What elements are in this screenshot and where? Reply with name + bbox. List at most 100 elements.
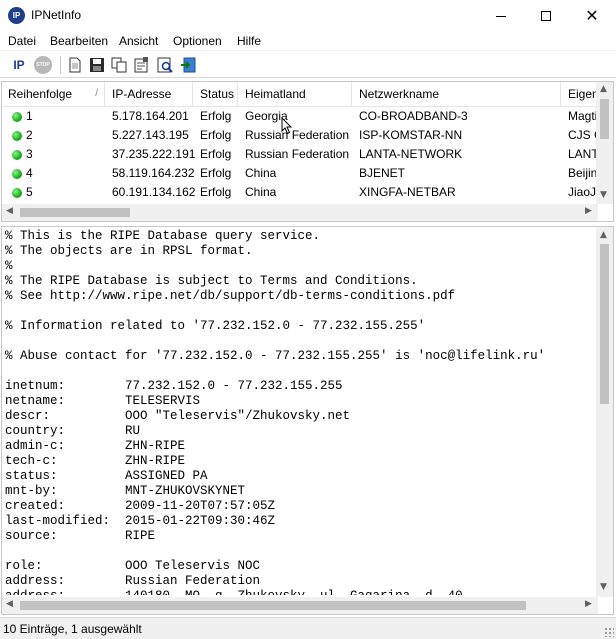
table-row[interactable]: 5 60.191.134.162 Erfolg China XINGFA-NET…: [2, 183, 598, 202]
scroll-up-icon[interactable]: ▲: [600, 84, 607, 94]
text-horizontal-scroll-thumb[interactable]: [20, 601, 526, 610]
properties-icon[interactable]: [132, 56, 150, 74]
row-ip: 60.191.134.162: [112, 185, 196, 199]
whois-line: status: ASSIGNED PA: [5, 469, 208, 483]
row-owner: JiaoJia: [568, 185, 598, 199]
row-order: 4: [26, 166, 33, 180]
column-header-netzwerkname[interactable]: Netzwerkname: [353, 82, 561, 106]
text-vertical-scrollbar[interactable]: ▲ ▼: [596, 227, 613, 597]
column-header-status[interactable]: Status: [194, 82, 238, 106]
whois-line: last-modified: 2015-01-22T09:30:46Z: [5, 514, 276, 528]
whois-line: source: RIPE: [5, 529, 156, 543]
toolbar: IP STOP: [0, 52, 616, 78]
resize-grip-icon[interactable]: [604, 627, 614, 637]
row-status: Erfolg: [200, 147, 232, 161]
menu-datei[interactable]: Datei: [8, 34, 36, 48]
row-country: Georgia: [245, 109, 288, 123]
column-header-heimatland[interactable]: Heimatland: [239, 82, 352, 106]
status-ok-icon: [12, 169, 22, 179]
text-horizontal-scrollbar[interactable]: ◀ ▶: [2, 597, 598, 614]
menu-ansicht[interactable]: Ansicht: [119, 34, 158, 48]
scroll-left-icon[interactable]: ◀: [6, 206, 13, 216]
scroll-up-icon[interactable]: ▲: [600, 230, 607, 240]
status-bar: 10 Einträge, 1 ausgewählt: [0, 617, 616, 639]
sort-indicator-icon: /: [95, 88, 98, 99]
scroll-down-icon[interactable]: ▼: [600, 582, 607, 592]
row-status: Erfolg: [200, 109, 232, 123]
whois-line: [5, 364, 595, 379]
copy-icon[interactable]: [110, 56, 128, 74]
column-header-reihenfolge[interactable]: Reihenfolge /: [2, 82, 105, 106]
list-vertical-scrollbar[interactable]: ▲ ▼: [596, 82, 613, 204]
menu-optionen[interactable]: Optionen: [173, 34, 222, 48]
whois-line: % The RIPE Database is subject to Terms …: [5, 274, 418, 288]
whois-text-view[interactable]: % This is the RIPE Database query servic…: [1, 226, 614, 615]
maximize-button[interactable]: [523, 0, 569, 31]
text-vertical-scroll-thumb[interactable]: [600, 244, 609, 404]
scroll-right-icon[interactable]: ▶: [585, 599, 592, 609]
status-text: 10 Einträge, 1 ausgewählt: [3, 622, 142, 636]
minimize-button[interactable]: [478, 0, 524, 31]
exit-icon[interactable]: [180, 56, 198, 74]
stop-icon[interactable]: STOP: [34, 56, 52, 74]
row-network: CO-BROADBAND-3: [359, 109, 468, 123]
row-order: 1: [26, 109, 33, 123]
row-owner: LANTA: [568, 147, 598, 161]
whois-line: tech-c: ZHN-RIPE: [5, 454, 186, 468]
whois-line: mnt-by: MNT-ZHUKOVSKYNET: [5, 484, 246, 498]
column-header-label: Reihenfolge: [8, 87, 73, 101]
whois-text: % This is the RIPE Database query servic…: [5, 229, 595, 595]
list-horizontal-scroll-thumb[interactable]: [20, 208, 130, 217]
row-ip: 58.119.164.232: [112, 166, 195, 180]
menu-hilfe[interactable]: Hilfe: [237, 34, 261, 48]
table-row[interactable]: 2 5.227.143.195 Erfolg Russian Federatio…: [2, 126, 598, 145]
column-header-eigentuemer[interactable]: Eigent: [562, 82, 598, 106]
row-country: China: [245, 185, 277, 199]
table-row[interactable]: 4 58.119.164.232 Erfolg China BJENET Bei…: [2, 164, 598, 183]
row-status: Erfolg: [200, 185, 232, 199]
table-row[interactable]: 1 5.178.164.201 Erfolg Georgia CO-BROADB…: [2, 107, 598, 126]
row-ip: 5.178.164.201: [112, 109, 189, 123]
column-header-ip-adresse[interactable]: IP-Adresse: [106, 82, 193, 106]
whois-line: % Abuse contact for '77.232.152.0 - 77.2…: [5, 349, 546, 363]
list-vertical-scroll-thumb[interactable]: [600, 99, 609, 139]
whois-line: inetnum: 77.232.152.0 - 77.232.155.255: [5, 379, 343, 393]
whois-line: created: 2009-11-20T07:57:05Z: [5, 499, 276, 513]
whois-line: [5, 334, 595, 349]
whois-line: descr: OOO "Teleservis"/Zhukovsky.net: [5, 409, 351, 423]
minimize-icon: [496, 15, 506, 17]
row-order: 5: [26, 185, 33, 199]
row-network: BJENET: [359, 166, 406, 180]
row-country: Russian Federation: [245, 147, 350, 161]
whois-line: country: RU: [5, 424, 141, 438]
row-network: XINGFA-NETBAR: [359, 185, 456, 199]
close-icon: ✕: [585, 6, 599, 25]
status-ok-icon: [12, 188, 22, 198]
scroll-down-icon[interactable]: ▼: [600, 190, 607, 200]
row-country: China: [245, 166, 277, 180]
scroll-left-icon[interactable]: ◀: [6, 599, 13, 609]
save-icon[interactable]: [88, 56, 106, 74]
scroll-right-icon[interactable]: ▶: [585, 206, 592, 216]
whois-line: address: 140180, MO, g. Zhukovsky, ul. G…: [5, 589, 595, 595]
toolbar-separator: [60, 56, 61, 74]
menu-bar: Datei Bearbeiten Ansicht Optionen Hilfe: [0, 31, 616, 51]
document-icon[interactable]: [66, 56, 84, 74]
row-ip: 5.227.143.195: [112, 128, 189, 142]
whois-line: % This is the RIPE Database query servic…: [5, 229, 321, 243]
table-row[interactable]: 3 37.235.222.191 Erfolg Russian Federati…: [2, 145, 598, 164]
whois-line: %: [5, 259, 13, 273]
row-order: 3: [26, 147, 33, 161]
list-horizontal-scrollbar[interactable]: ◀ ▶: [2, 204, 598, 221]
close-button[interactable]: ✕: [569, 0, 615, 31]
row-owner: Beijing: [568, 166, 598, 180]
status-ok-icon: [12, 150, 22, 160]
find-icon[interactable]: [156, 56, 174, 74]
whois-line: % See http://www.ripe.net/db/support/db-…: [5, 289, 456, 303]
ip-results-list[interactable]: Reihenfolge / IP-Adresse Status Heimatla…: [1, 81, 614, 222]
ip-lookup-icon[interactable]: IP: [10, 56, 28, 74]
status-ok-icon: [12, 112, 22, 122]
menu-bearbeiten[interactable]: Bearbeiten: [50, 34, 108, 48]
row-order: 2: [26, 128, 33, 142]
list-content: Reihenfolge / IP-Adresse Status Heimatla…: [2, 82, 598, 204]
